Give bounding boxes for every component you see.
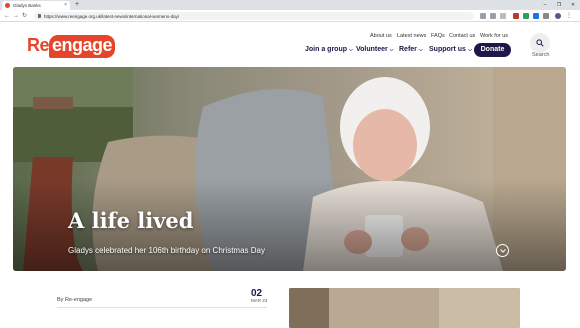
search-button[interactable] (530, 33, 550, 53)
search-icon (536, 39, 544, 47)
chevron-down-icon: ⌵ (349, 47, 353, 53)
window-maximize-button[interactable]: ❐ (552, 0, 566, 10)
extension-blue-icon[interactable] (533, 13, 539, 19)
article-byline: By Re-engage (57, 297, 93, 303)
nav-join-a-group[interactable]: Join a group ⌵ (305, 46, 353, 53)
star-icon[interactable] (500, 13, 506, 19)
lock-icon (38, 14, 41, 18)
hero-banner: A life lived Gladys celebrated her 106th… (13, 67, 566, 271)
chevron-down-icon (500, 249, 506, 253)
address-bar[interactable]: https://www.reengage.org.uk/latest-news/… (34, 12, 474, 20)
nav-volunteer[interactable]: Volunteer ⌵ (356, 46, 394, 53)
scroll-down-button[interactable] (496, 244, 509, 257)
reload-icon[interactable]: ↻ (22, 12, 27, 20)
window-close-button[interactable]: ✕ (566, 0, 580, 10)
translate-icon[interactable] (480, 13, 486, 19)
profile-avatar[interactable] (555, 13, 561, 19)
extensions-puzzle-icon[interactable] (543, 13, 549, 19)
nav-contact-us[interactable]: Contact us (449, 33, 475, 39)
new-tab-button[interactable]: + (75, 1, 79, 9)
extension-red-icon[interactable] (513, 13, 519, 19)
browser-tab-bar: Gladys Banks × + – ❐ ✕ (0, 0, 580, 10)
reengage-logo[interactable]: Re engage (27, 35, 116, 58)
url-text: https://www.reengage.org.uk/latest-news/… (44, 13, 180, 19)
chevron-down-icon: ⌵ (418, 47, 423, 53)
nav-refer[interactable]: Refer ⌵ (399, 46, 423, 53)
article-date-month: MAR 23 (251, 298, 268, 303)
browser-toolbar: ← → ↻ https://www.reengage.org.uk/latest… (0, 10, 580, 22)
window-minimize-button[interactable]: – (538, 0, 552, 10)
share-icon[interactable] (490, 13, 496, 19)
nav-work-for-us[interactable]: Work for us (480, 33, 508, 39)
tab-close-icon[interactable]: × (64, 3, 67, 8)
tab-title: Gladys Banks (13, 3, 41, 8)
back-arrow-icon[interactable]: ← (4, 12, 10, 20)
hero-title: A life lived (68, 208, 194, 233)
favicon-icon (5, 3, 10, 8)
extension-green-icon[interactable] (523, 13, 529, 19)
hero-photo (13, 67, 566, 271)
chevron-down-icon: ⌵ (389, 47, 394, 53)
browser-menu-icon[interactable]: ⋮ (566, 13, 572, 19)
nav-support-us[interactable]: Support us ⌵ (429, 46, 472, 53)
browser-tab[interactable]: Gladys Banks × (2, 1, 70, 10)
chevron-down-icon: ⌵ (467, 47, 472, 53)
nav-latest-news[interactable]: Latest news (397, 33, 426, 39)
nav-faqs[interactable]: FAQs (431, 33, 445, 39)
forward-arrow-icon[interactable]: → (13, 12, 19, 20)
nav-about-us[interactable]: About us (370, 33, 392, 39)
search-label: Search (532, 52, 550, 58)
donate-button[interactable]: Donate (474, 43, 511, 57)
hero-subtitle: Gladys celebrated her 106th birthday on … (68, 246, 265, 255)
divider (57, 307, 267, 308)
article-image (289, 288, 520, 328)
